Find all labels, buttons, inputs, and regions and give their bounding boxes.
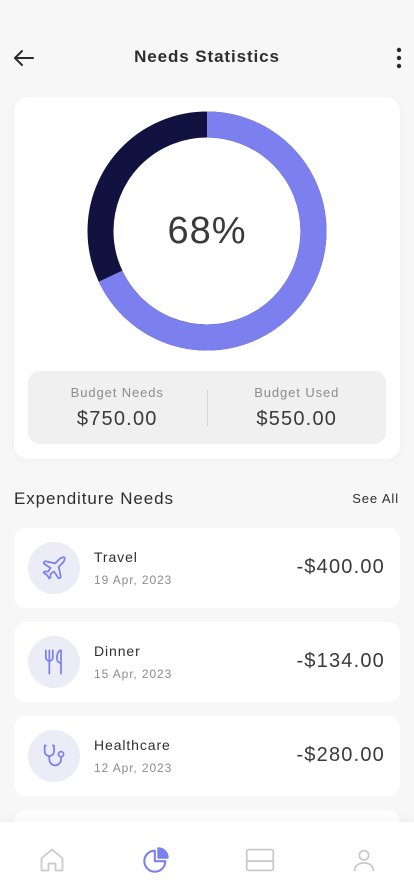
page-title: Needs Statistics bbox=[134, 47, 280, 66]
pie-chart-icon bbox=[143, 847, 169, 873]
item-icon-circle bbox=[28, 542, 80, 594]
vertical-ellipsis-icon bbox=[396, 47, 402, 69]
budget-needs: Budget Needs $750.00 bbox=[28, 371, 207, 444]
list-item-dinner[interactable]: Dinner 15 Apr, 2023 -$134.00 bbox=[14, 622, 400, 702]
donut-percent-label: 68% bbox=[167, 209, 247, 252]
nav-home[interactable] bbox=[32, 844, 72, 876]
item-date: 19 Apr, 2023 bbox=[94, 573, 173, 587]
budget-summary: Budget Needs $750.00 Budget Used $550.00 bbox=[28, 371, 386, 444]
home-icon bbox=[40, 848, 64, 872]
section-title: Expenditure Needs bbox=[14, 489, 174, 508]
item-icon-circle bbox=[28, 636, 80, 688]
budget-used-label: Budget Used bbox=[254, 384, 340, 400]
item-name: Healthcare bbox=[94, 737, 171, 753]
item-amount: -$400.00 bbox=[296, 556, 385, 578]
stethoscope-icon bbox=[43, 744, 65, 767]
item-name: Dinner bbox=[94, 643, 141, 659]
item-name: Travel bbox=[94, 549, 138, 565]
header: Needs Statistics bbox=[0, 0, 414, 96]
needs-statistics-screen: Needs Statistics 68% Budget Needs $750.0… bbox=[0, 0, 414, 896]
nav-statistics[interactable] bbox=[136, 844, 176, 876]
expense-list: Travel 19 Apr, 2023 -$400.00 Dinner 15 A… bbox=[14, 528, 400, 864]
item-date: 15 Apr, 2023 bbox=[94, 667, 173, 681]
bottom-nav bbox=[0, 822, 414, 896]
budget-used: Budget Used $550.00 bbox=[208, 371, 387, 444]
item-amount: -$280.00 bbox=[296, 744, 385, 766]
item-amount: -$134.00 bbox=[296, 650, 385, 672]
card-icon bbox=[245, 848, 275, 872]
stats-card: 68% Budget Needs $750.00 Budget Used $55… bbox=[14, 97, 400, 459]
budget-needs-value: $750.00 bbox=[76, 407, 158, 430]
nav-profile[interactable] bbox=[344, 844, 384, 876]
budget-needs-label: Budget Needs bbox=[70, 384, 164, 400]
more-options-button[interactable] bbox=[388, 42, 410, 74]
list-item-travel[interactable]: Travel 19 Apr, 2023 -$400.00 bbox=[14, 528, 400, 608]
donut-chart: 68% bbox=[86, 110, 328, 352]
budget-used-value: $550.00 bbox=[256, 407, 338, 430]
item-date: 12 Apr, 2023 bbox=[94, 761, 173, 775]
fork-knife-icon bbox=[44, 649, 62, 675]
nav-cards[interactable] bbox=[240, 844, 280, 876]
item-icon-circle bbox=[28, 730, 80, 782]
see-all-link[interactable]: See All bbox=[352, 491, 399, 506]
list-item-healthcare[interactable]: Healthcare 12 Apr, 2023 -$280.00 bbox=[14, 716, 400, 796]
airplane-icon bbox=[42, 556, 66, 580]
profile-icon bbox=[353, 849, 375, 872]
